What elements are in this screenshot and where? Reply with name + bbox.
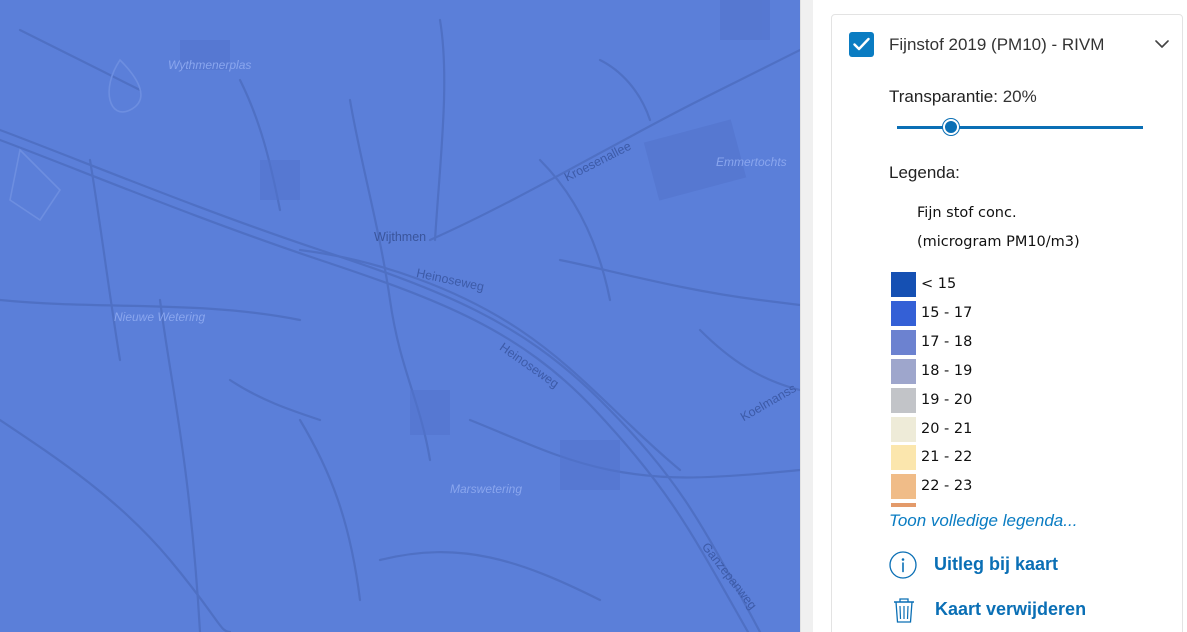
legend-caption-line1: Fijn stof conc.: [917, 205, 1017, 221]
map-label-nieuwe-wetering: Nieuwe Wetering: [114, 310, 206, 324]
show-full-legend-link[interactable]: Toon volledige legenda...: [889, 511, 1077, 531]
legend-item: 17 - 18: [891, 329, 1091, 355]
legend-item: 19 - 20: [891, 387, 1091, 413]
transparency-label-row: Transparantie: 20%: [889, 87, 1037, 107]
legend-swatch: [891, 445, 916, 471]
legend-swatch: [891, 272, 916, 297]
legend-item-label: 22 - 23: [921, 478, 973, 495]
remove-map-button[interactable]: Kaart verwijderen: [889, 595, 1129, 625]
layer-card: Fijnstof 2019 (PM10) - RIVM Transparanti…: [831, 14, 1183, 632]
legend-item-label: 20 - 21: [921, 420, 973, 437]
legend-item: 15 - 17: [891, 300, 1091, 326]
legend-swatch: [891, 300, 916, 326]
remove-map-label: Kaart verwijderen: [935, 599, 1087, 619]
map-label-emmertochtsloot: Emmertochts: [716, 155, 787, 169]
legend-caption-line2: (microgram PM10/m3): [917, 234, 1080, 250]
legend-item: < 15: [891, 272, 1091, 297]
legend-item-label: 18 - 19: [921, 362, 973, 379]
layer-card-header[interactable]: Fijnstof 2019 (PM10) - RIVM: [832, 15, 1182, 73]
map-label-wythmenerplas: Wythmenerplas: [168, 58, 252, 72]
panel-divider[interactable]: [800, 0, 813, 632]
legend-heading: Legenda:: [889, 163, 960, 182]
legend-item: 20 - 21: [891, 416, 1091, 442]
legend-swatch: [891, 358, 916, 384]
legend-swatch: [891, 329, 916, 355]
transparency-label: Transparantie:: [889, 87, 998, 106]
legend-item: 22 - 23: [891, 474, 1091, 500]
transparency-slider[interactable]: [897, 119, 1143, 135]
map-label-marswetering: Marswetering: [450, 482, 523, 496]
slider-track[interactable]: [897, 126, 1143, 129]
legend-item-label: 15 - 17: [921, 304, 973, 321]
legend-item-label: 19 - 20: [921, 391, 973, 408]
layer-visibility-checkbox[interactable]: [849, 32, 874, 57]
map-canvas[interactable]: Wythmenerplas Kroesenallee Emmertochts W…: [0, 0, 800, 632]
legend-item-label: 21 - 22: [921, 449, 973, 466]
legend-swatch: [891, 387, 916, 413]
legend-swatch-partial: [891, 503, 916, 508]
legend-item: 18 - 19: [891, 358, 1091, 384]
legend-item-label: < 15: [921, 276, 957, 292]
map-info-button[interactable]: Uitleg bij kaart: [889, 550, 1129, 580]
map-info-label: Uitleg bij kaart: [934, 554, 1059, 574]
chevron-down-icon[interactable]: [1155, 40, 1169, 49]
legend-swatch: [891, 474, 916, 500]
info-icon: [889, 551, 917, 579]
layer-title: Fijnstof 2019 (PM10) - RIVM: [889, 35, 1105, 54]
check-icon: [853, 37, 870, 51]
legend-swatch: [891, 416, 916, 442]
legend-item: 21 - 22: [891, 445, 1091, 471]
slider-handle[interactable]: [943, 119, 959, 135]
legend-item-label: 17 - 18: [921, 333, 973, 350]
trash-icon: [894, 598, 914, 623]
map-label-wijthmen: Wijthmen: [374, 230, 427, 244]
layers-panel: Fijnstof 2019 (PM10) - RIVM Transparanti…: [813, 0, 1187, 632]
transparency-value: 20%: [1002, 87, 1037, 106]
